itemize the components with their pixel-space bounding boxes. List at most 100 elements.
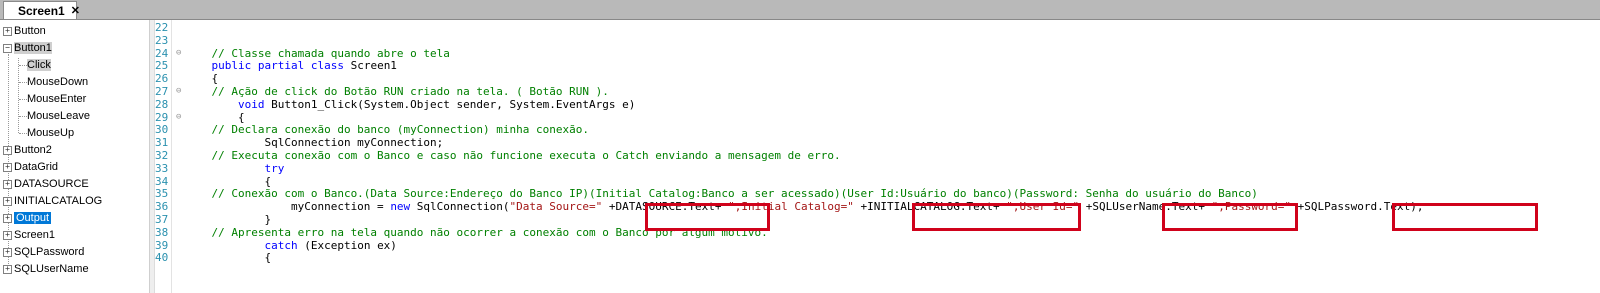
tree-item-initialcatalog[interactable]: + INITIALCATALOG [3,194,102,209]
collapse-icon[interactable]: − [3,44,12,53]
line-number: 40 [155,251,169,265]
tree-item-button2[interactable]: + Button2 [3,143,52,158]
highlight-box-sqlpassword [1392,203,1538,231]
code-line: { [185,73,218,84]
code-line: try [185,163,284,174]
tree-item-mouseleave[interactable]: MouseLeave [27,109,90,124]
tree-item-label: MouseLeave [27,110,90,122]
code-line: // Conexão com o Banco.(Data Source:Ende… [185,188,1257,199]
keyword-token: catch [185,238,298,252]
tab-bar: Screen1 ✕ [0,0,1600,20]
code-line: // Classe chamada quando abre o tela [185,48,449,59]
tree-item-label: Button1 [14,42,52,54]
tab-screen1[interactable]: Screen1 ✕ [3,1,80,19]
tree-connector [19,133,27,134]
line-number: 32 [155,149,169,162]
code-token: { [185,72,219,86]
tree-item-mouseenter[interactable]: MouseEnter [27,92,86,107]
tree-item-mousedown[interactable]: MouseDown [27,75,88,90]
tree-item-label: Button2 [14,144,52,156]
line-number: 35 [155,187,169,201]
expand-icon[interactable]: + [3,248,12,257]
line-number: 31 [155,136,169,150]
tree-item-click[interactable]: Click [27,58,51,73]
expand-icon[interactable]: + [3,197,12,206]
line-number: 37 [155,213,169,226]
tree-item-label: MouseUp [27,127,75,139]
code-token: Screen1 [343,59,397,73]
tree-item-label: SQLPassword [14,246,85,258]
line-number: 25 [155,59,169,73]
line-number: 28 [155,97,169,111]
keyword-token: try [185,161,285,175]
tree-item-sqlpassword[interactable]: + SQLPassword [3,245,84,260]
close-icon[interactable]: ✕ [71,4,80,17]
code-token: { [185,174,272,188]
tree-item-button[interactable]: + Button [3,24,46,39]
code-line: } [185,214,271,225]
tree-item-datasource[interactable]: + DATASOURCE [3,177,89,192]
fold-icon[interactable]: ⊖ [176,86,181,97]
line-number: 34 [155,174,169,188]
line-number: 38 [155,225,169,239]
code-token: (Exception ex) [297,238,397,252]
code-line: catch (Exception ex) [185,238,397,252]
line-number: 29 [155,110,169,124]
tree-item-datagrid[interactable]: + DataGrid [3,160,58,175]
code-token: Button1_Click(System.Object sender, Syst… [264,97,636,111]
code-token: { [185,110,245,124]
tree-guide-line [18,58,19,133]
comment-token: // Declara conexão do banco (myConnectio… [185,123,589,137]
code-token: } [185,213,272,226]
tab-label: Screen1 [18,3,65,18]
line-number: 22 [155,21,169,34]
tree-connector [19,82,27,83]
code-line: { [185,112,245,123]
tree-item-label: MouseEnter [27,93,87,105]
comment-token: // Ação de click do Botão RUN criado na … [185,85,609,98]
line-number: 27 [155,85,169,98]
fold-icon[interactable]: ⊖ [176,112,181,123]
code-token: "Data Source=" [509,200,603,214]
code-line: // Ação de click do Botão RUN criado na … [185,85,609,98]
code-token: new [390,200,411,214]
expand-icon[interactable]: + [3,163,12,172]
expand-icon[interactable]: + [3,146,12,155]
code-line: // Declara conexão do banco (myConnectio… [185,124,589,135]
keyword-token: public partial class [185,59,344,73]
tree-item-mouseup[interactable]: MouseUp [27,126,74,141]
code-line: // Executa conexão com o Banco e caso nã… [185,149,841,162]
tree-connector [19,65,27,66]
keyword-token: void [185,97,265,111]
tree-item-label: Output [14,212,52,224]
tree-item-label: DATASOURCE [14,178,89,190]
code-line: public partial class Screen1 [185,59,397,73]
tree-item-label: MouseDown [27,76,89,88]
code-token: SqlConnection( [410,200,510,214]
line-number: 33 [155,161,169,175]
line-number: 30 [155,123,169,137]
tree-item-output[interactable]: + Output [3,211,52,226]
comment-token: // Executa conexão com o Banco e caso nã… [185,149,841,162]
line-number: 36 [155,200,169,214]
code-token: SqlConnection myConnection; [185,136,444,150]
expand-icon[interactable]: + [3,231,12,240]
expand-icon[interactable]: + [3,265,12,274]
tree-item-screen1[interactable]: + Screen1 [3,228,55,243]
tree-item-sqlusername[interactable]: + SQLUserName [3,262,89,277]
code-line: SqlConnection myConnection; [185,137,443,148]
expand-icon[interactable]: + [3,27,12,36]
component-tree: + Button − Button1 Click MouseDown MouseEn… [0,20,150,293]
highlight-box-initialcatalog [912,203,1081,231]
code-token: { [185,251,272,265]
expand-icon[interactable]: + [3,180,12,189]
code-line: void Button1_Click(System.Object sender,… [185,99,635,110]
expand-icon[interactable]: + [3,214,12,223]
code-line: { [185,176,271,187]
line-number: 39 [155,238,169,252]
fold-icon[interactable]: ⊖ [176,48,181,59]
code-token: myConnection = [185,200,391,214]
highlight-box-sqlusername [1162,203,1298,231]
tree-item-button1[interactable]: − Button1 [3,41,52,56]
line-number: 24 [155,46,169,60]
